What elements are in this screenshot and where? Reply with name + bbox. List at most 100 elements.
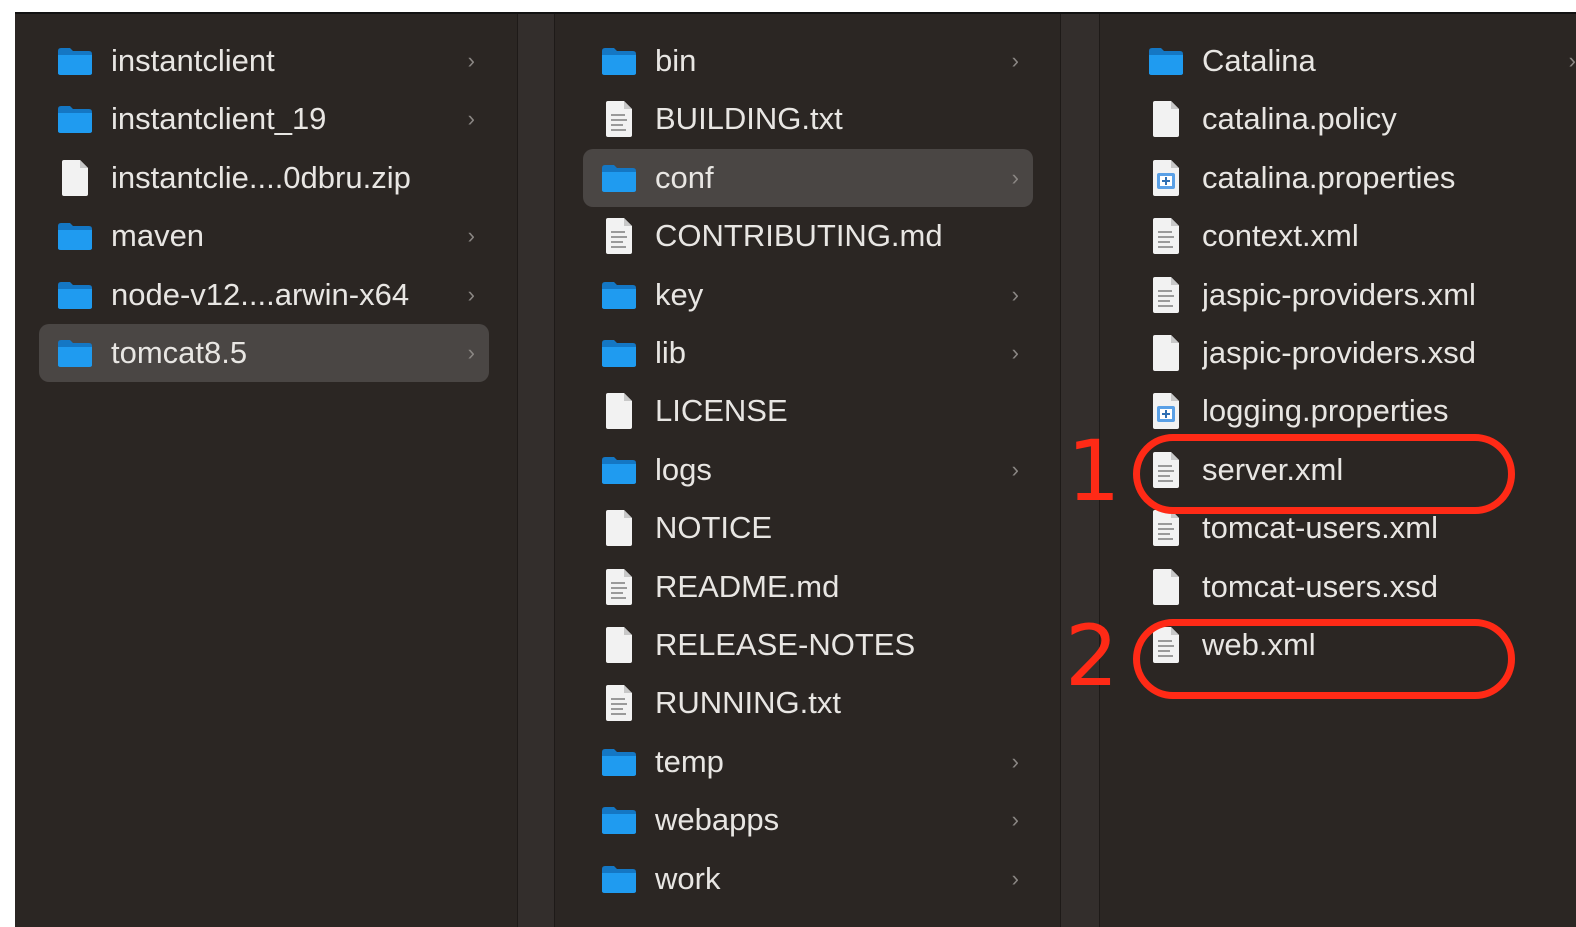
folder-icon — [55, 275, 95, 315]
annotation-highlight-server-xml — [1133, 434, 1515, 514]
annotation-number-2: 2 — [1065, 607, 1119, 705]
file-item-building-txt[interactable]: BUILDING.txt — [583, 90, 1033, 148]
chevron-right-icon: › — [1011, 865, 1019, 891]
item-label: context.xml — [1202, 218, 1359, 254]
folder-item-catalina[interactable]: Catalina › — [1130, 32, 1576, 90]
folder-item-webapps[interactable]: webapps › — [583, 791, 1033, 849]
text-document-icon — [1146, 275, 1186, 315]
item-label: webapps — [655, 802, 780, 838]
annotation-highlight-web-xml — [1133, 619, 1515, 699]
chevron-right-icon: › — [1011, 340, 1019, 365]
file-item-tomcat-users-xsd[interactable]: tomcat-users.xsd — [1130, 558, 1576, 616]
item-label: tomcat-users.xml — [1202, 510, 1438, 546]
file-item-license[interactable]: LICENSE — [583, 382, 1033, 440]
item-label: instantclient_19 — [111, 101, 327, 137]
folder-icon — [55, 333, 95, 373]
item-label: RUNNING.txt — [655, 685, 841, 721]
folder-icon — [55, 216, 95, 256]
text-document-icon — [599, 683, 639, 723]
item-label: key — [655, 276, 704, 312]
chevron-right-icon: › — [467, 340, 475, 365]
file-item-instantclie-0dbru-zip[interactable]: instantclie....0dbru.zip — [39, 149, 489, 207]
item-label: jaspic-providers.xsd — [1202, 335, 1476, 370]
folder-icon — [599, 158, 639, 198]
chevron-right-icon: › — [467, 281, 475, 307]
file-item-catalina-properties[interactable]: catalina.properties — [1130, 149, 1576, 207]
chevron-right-icon: › — [467, 223, 475, 249]
item-label: catalina.policy — [1202, 101, 1397, 137]
item-label: logs — [655, 451, 712, 487]
chevron-right-icon: › — [1011, 807, 1019, 833]
folder-item-logs[interactable]: logs › — [583, 441, 1033, 499]
properties-file-icon — [1146, 391, 1186, 431]
item-label: maven — [111, 218, 205, 254]
item-label: tomcat-users.xsd — [1202, 568, 1439, 604]
column-parent[interactable]: instantclient › instantclient_19 › instantcl… — [15, 14, 517, 927]
chevron-right-icon: › — [1568, 48, 1576, 73]
folder-item-tomcat8-5[interactable]: tomcat8.5 › — [39, 324, 489, 382]
folder-item-lib[interactable]: lib › — [583, 324, 1033, 382]
document-icon — [1146, 99, 1186, 139]
file-item-readme-md[interactable]: README.md — [583, 558, 1033, 616]
item-label: LICENSE — [655, 393, 788, 429]
folder-item-work[interactable]: work › — [583, 850, 1033, 908]
file-item-running-txt[interactable]: RUNNING.txt — [583, 674, 1033, 732]
document-icon — [1146, 567, 1186, 607]
folder-icon — [55, 41, 95, 81]
folder-icon — [55, 99, 95, 139]
text-document-icon — [599, 99, 639, 139]
item-label: tomcat8.5 — [111, 335, 248, 370]
chevron-right-icon: › — [1011, 48, 1019, 73]
folder-icon — [599, 859, 639, 899]
document-icon — [1146, 333, 1186, 373]
file-item-logging-properties[interactable]: logging.properties — [1130, 382, 1576, 440]
document-icon — [599, 508, 639, 548]
file-item-jaspic-providers-xml[interactable]: jaspic-providers.xml — [1130, 266, 1576, 324]
chevron-right-icon: › — [467, 106, 475, 132]
text-document-icon — [599, 567, 639, 607]
file-item-release-notes[interactable]: RELEASE-NOTES — [583, 616, 1033, 674]
text-document-icon — [1146, 216, 1186, 256]
item-label: RELEASE-NOTES — [655, 627, 916, 662]
folder-item-instantclient-19[interactable]: instantclient_19 › — [39, 90, 489, 148]
folder-item-node-v12-arwin-x64[interactable]: node-v12....arwin-x64 › — [39, 266, 489, 324]
folder-item-key[interactable]: key › — [583, 266, 1033, 324]
chevron-right-icon: › — [1011, 456, 1019, 482]
folder-item-bin[interactable]: bin › — [583, 32, 1033, 90]
folder-icon — [599, 275, 639, 315]
item-label: jaspic-providers.xml — [1202, 276, 1476, 312]
item-label: BUILDING.txt — [655, 101, 843, 137]
item-label: CONTRIBUTING.md — [655, 218, 943, 254]
item-label: instantclient — [111, 43, 275, 78]
folder-icon — [599, 800, 639, 840]
file-item-context-xml[interactable]: context.xml — [1130, 207, 1576, 265]
file-item-catalina-policy[interactable]: catalina.policy — [1130, 90, 1576, 148]
file-item-notice[interactable]: NOTICE — [583, 499, 1033, 557]
file-item-jaspic-providers-xsd[interactable]: jaspic-providers.xsd — [1130, 324, 1576, 382]
column-divider[interactable] — [517, 14, 555, 927]
item-label: logging.properties — [1202, 393, 1449, 429]
item-label: bin — [655, 43, 697, 78]
folder-item-maven[interactable]: maven › — [39, 207, 489, 265]
folder-icon — [599, 333, 639, 373]
item-label: work — [655, 860, 721, 896]
folder-item-conf[interactable]: conf › — [583, 148, 1033, 207]
item-label: lib — [655, 335, 687, 370]
item-label: README.md — [655, 568, 840, 604]
chevron-right-icon: › — [467, 48, 475, 73]
folder-icon — [599, 41, 639, 81]
text-document-icon — [599, 216, 639, 256]
item-label: catalina.properties — [1202, 159, 1456, 195]
item-label: instantclie....0dbru.zip — [111, 159, 411, 195]
finder-column-view: instantclient › instantclient_19 › instantcl… — [15, 12, 1576, 927]
file-item-contributing-md[interactable]: CONTRIBUTING.md — [583, 207, 1033, 265]
folder-item-instantclient[interactable]: instantclient › — [39, 32, 489, 90]
folder-item-temp[interactable]: temp › — [583, 733, 1033, 791]
folder-icon — [599, 450, 639, 490]
column-tomcat[interactable]: bin › BUILDING.txt conf › CONTRIBUTING.md key ›… — [555, 14, 1060, 927]
chevron-right-icon: › — [1011, 748, 1019, 774]
text-document-icon — [1146, 508, 1186, 548]
item-label: Catalina — [1202, 43, 1316, 78]
document-icon — [55, 158, 95, 198]
annotation-number-1: 1 — [1067, 422, 1121, 520]
